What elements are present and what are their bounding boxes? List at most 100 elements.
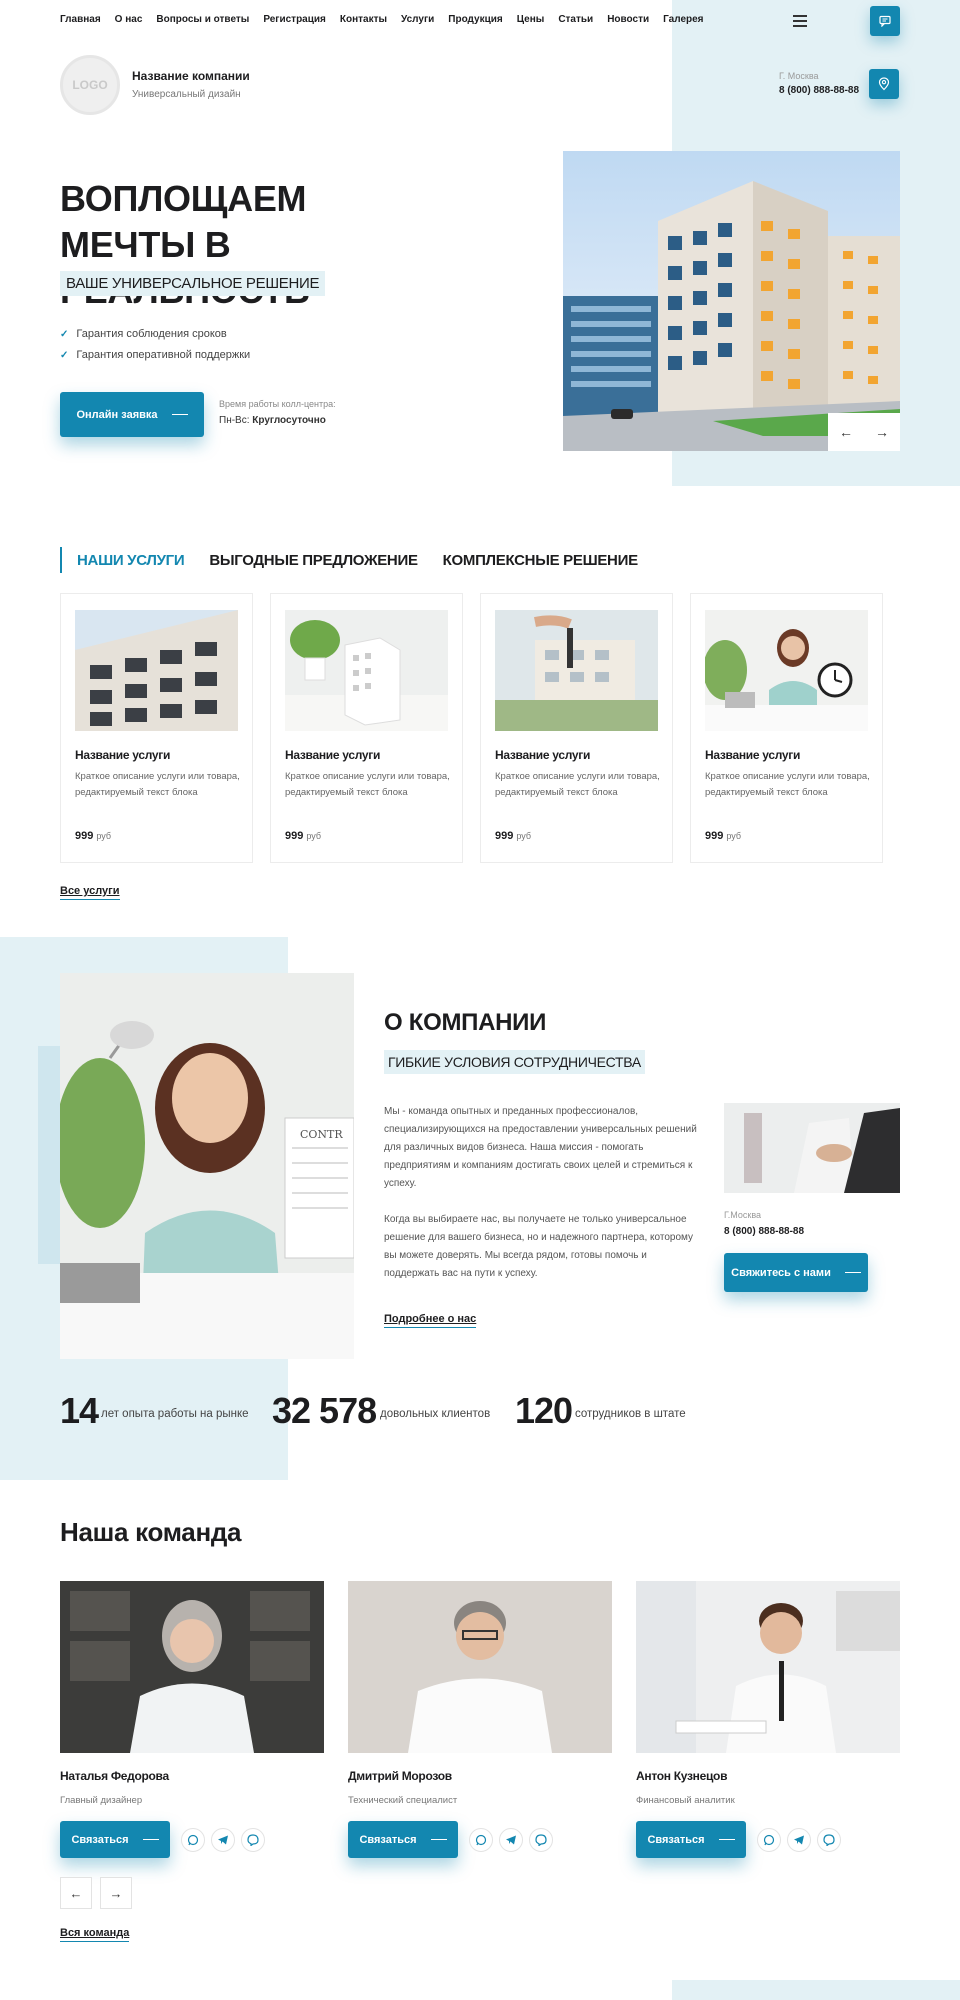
member-contact-button[interactable]: Связаться xyxy=(348,1821,458,1858)
service-desc: Краткое описание услуги или товара, реда… xyxy=(705,771,870,798)
arrow-line-icon xyxy=(142,1839,159,1840)
nav-item-services[interactable]: Услуги xyxy=(401,14,434,25)
chat-icon xyxy=(879,15,891,27)
header-phone[interactable]: 8 (800) 888-88-88 xyxy=(779,85,859,96)
member-name: Антон Кузнецов xyxy=(636,1769,728,1783)
arrow-line-icon xyxy=(171,414,188,415)
nav-item-registration[interactable]: Регистрация xyxy=(263,14,326,25)
nav-item-articles[interactable]: Статьи xyxy=(558,14,593,25)
stat-employees-label: сотрудников в штате xyxy=(575,1408,686,1420)
service-price: 999 руб xyxy=(705,830,742,842)
nav-item-home[interactable]: Главная xyxy=(60,14,101,25)
service-image xyxy=(705,610,868,731)
nav-item-gallery[interactable]: Галерея xyxy=(663,14,703,25)
service-price: 999 руб xyxy=(495,830,532,842)
check-icon: ✓ xyxy=(60,328,69,340)
footer-bg-panel xyxy=(672,1980,960,2000)
about-paragraph-1: Мы - команда опытных и преданных професс… xyxy=(384,1106,697,1189)
next-arrow-icon[interactable]: → xyxy=(875,424,889,440)
team-title: Наша команда xyxy=(60,1517,242,1547)
service-desc: Краткое описание услуги или товара, реда… xyxy=(495,771,660,798)
stat-years-value: 14 xyxy=(60,1390,99,1431)
service-image xyxy=(495,610,658,731)
viber-icon[interactable] xyxy=(817,1828,841,1852)
nav-item-about[interactable]: О нас xyxy=(115,14,143,25)
telegram-icon[interactable] xyxy=(499,1828,523,1852)
service-card[interactable]: Название услуги Краткое описание услуги … xyxy=(60,593,253,863)
whatsapp-icon[interactable] xyxy=(469,1828,493,1852)
arrow-line-icon xyxy=(718,1839,735,1840)
prev-arrow-icon[interactable]: ← xyxy=(839,424,853,440)
check-icon: ✓ xyxy=(60,349,69,361)
member-role: Финансовый аналитик xyxy=(636,1795,735,1806)
check-item: ✓ Гарантия оперативной поддержки xyxy=(60,349,251,361)
about-subtitle: ГИБКИЕ УСЛОВИЯ СОТРУДНИЧЕСТВА xyxy=(384,1050,645,1074)
whatsapp-icon[interactable] xyxy=(181,1828,205,1852)
stat-employees-value: 120 xyxy=(515,1390,573,1431)
about-city: Г.Москва xyxy=(724,1210,762,1220)
about-title: О КОМПАНИИ xyxy=(384,1009,547,1036)
tab-complex-solutions[interactable]: КОМПЛЕКСНЫЕ РЕШЕНИЕ xyxy=(443,552,638,569)
telegram-icon[interactable] xyxy=(787,1828,811,1852)
viber-icon[interactable] xyxy=(241,1828,265,1852)
telegram-icon[interactable] xyxy=(211,1828,235,1852)
chat-button[interactable] xyxy=(870,6,900,36)
nav-item-news[interactable]: Новости xyxy=(607,14,649,25)
whatsapp-icon[interactable] xyxy=(757,1828,781,1852)
check-item: ✓ Гарантия соблюдения сроков xyxy=(60,328,227,340)
service-price: 999 руб xyxy=(75,830,112,842)
about-more-link[interactable]: Подробнее о нас xyxy=(384,1313,477,1328)
svg-text:CONTR: CONTR xyxy=(300,1128,343,1141)
hero-checklist: ✓ Гарантия соблюдения сроков ✓ Гарантия оп… xyxy=(60,328,250,370)
service-card[interactable]: Название услуги Краткое описание услуги … xyxy=(690,593,883,863)
menu-icon[interactable] xyxy=(793,15,807,27)
top-nav: Главная О нас Вопросы и ответы Регистрац… xyxy=(60,14,704,25)
viber-icon[interactable] xyxy=(529,1828,553,1852)
logo-text: LOGO xyxy=(72,78,108,92)
about-image: CONTR xyxy=(60,973,354,1359)
service-card[interactable]: Название услуги Краткое описание услуги … xyxy=(270,593,463,863)
service-image xyxy=(75,610,238,731)
about-bg-strip xyxy=(38,1046,60,1264)
hero-slider-controls: ← → xyxy=(828,413,900,451)
arrow-line-icon xyxy=(844,1272,861,1273)
nav-item-products[interactable]: Продукция xyxy=(448,14,502,25)
logo[interactable]: LOGO xyxy=(60,55,120,115)
stat-clients-value: 32 578 xyxy=(272,1390,377,1431)
tab-our-services[interactable]: НАШИ УСЛУГИ xyxy=(77,552,185,569)
nav-item-contacts[interactable]: Контакты xyxy=(340,14,387,25)
stat-years-label: лет опыта работы на рынке xyxy=(101,1408,249,1420)
member-name: Наталья Федорова xyxy=(60,1769,169,1783)
service-desc: Краткое описание услуги или товара, реда… xyxy=(75,771,240,798)
about-phone[interactable]: 8 (800) 888-88-88 xyxy=(724,1226,804,1237)
member-role: Главный дизайнер xyxy=(60,1795,143,1806)
nav-item-prices[interactable]: Цены xyxy=(517,14,545,25)
nav-item-faq[interactable]: Вопросы и ответы xyxy=(156,14,249,25)
service-card[interactable]: Название услуги Краткое описание услуги … xyxy=(480,593,673,863)
contact-us-button[interactable]: Свяжитесь с нами xyxy=(724,1253,868,1292)
hours-label: Время работы колл-центра: xyxy=(219,399,336,409)
service-desc: Краткое описание услуги или товара, реда… xyxy=(285,771,450,798)
member-photo xyxy=(636,1581,900,1753)
all-team-link[interactable]: Вся команда xyxy=(60,1927,130,1942)
about-paragraph-2: Когда вы выбираете нас, вы получаете не … xyxy=(384,1214,693,1279)
hero-subtitle: ВАШЕ УНИВЕРСАЛЬНОЕ РЕШЕНИЕ xyxy=(60,271,326,296)
hours-value: Пн-Вс: Круглосуточно xyxy=(219,415,326,426)
header-city: Г. Москва xyxy=(779,71,819,81)
tab-offers[interactable]: ВЫГОДНЫЕ ПРЕДЛОЖЕНИЕ xyxy=(209,552,418,569)
member-contact-button[interactable]: Связаться xyxy=(60,1821,170,1858)
team-prev-button[interactable]: ← xyxy=(60,1877,92,1909)
stat-clients-label: довольных клиентов xyxy=(380,1408,491,1420)
location-button[interactable] xyxy=(869,69,899,99)
member-photo xyxy=(348,1581,612,1753)
service-title: Название услуги xyxy=(285,748,381,762)
service-title: Название услуги xyxy=(75,748,171,762)
hero-building-image xyxy=(563,151,900,451)
all-services-link[interactable]: Все услуги xyxy=(60,885,120,900)
team-next-button[interactable]: → xyxy=(100,1877,132,1909)
arrow-line-icon xyxy=(430,1839,447,1840)
member-contact-button[interactable]: Связаться xyxy=(636,1821,746,1858)
online-request-button[interactable]: Онлайн заявка xyxy=(60,392,204,437)
services-tabs: НАШИ УСЛУГИ ВЫГОДНЫЕ ПРЕДЛОЖЕНИЕ КОМПЛЕК… xyxy=(60,547,638,573)
company-name: Название компании xyxy=(132,69,250,83)
